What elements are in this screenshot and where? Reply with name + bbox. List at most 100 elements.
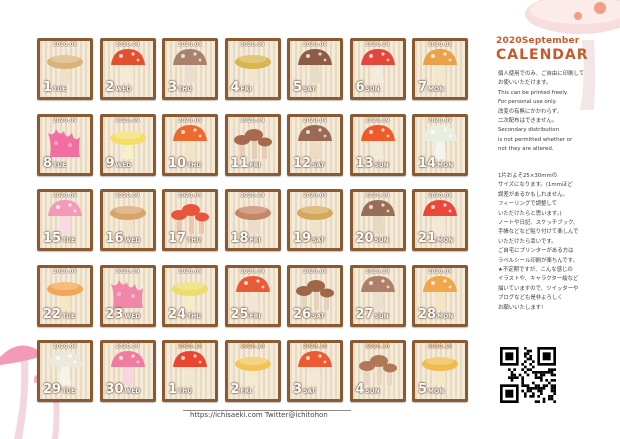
calendar-card: 2020.09 11FRI xyxy=(224,113,281,176)
card-day: 29TUE xyxy=(43,383,75,398)
card-day-number: 25 xyxy=(230,306,249,322)
card-day-number: 2 xyxy=(105,80,115,95)
card-day: 15TUE xyxy=(43,232,75,247)
card-day-number: 23 xyxy=(105,306,124,322)
card-weekday: TUE xyxy=(62,388,76,395)
card-day-number: 1 xyxy=(168,382,178,397)
card-weekday: TUE xyxy=(62,312,76,320)
calendar-card: 2020.09 18FRI xyxy=(224,189,281,251)
card-weekday: WED xyxy=(124,312,141,320)
card-day-number: 18 xyxy=(230,231,249,246)
card-day: 5SAT xyxy=(293,81,316,96)
card-day: 1TUE xyxy=(43,81,66,96)
card-weekday: WED xyxy=(124,388,141,395)
card-face: 2020.09 11FRI xyxy=(227,116,278,173)
card-face: 2020.09 30WED xyxy=(102,343,153,399)
card-day-number: 3 xyxy=(293,382,303,397)
card-day: 16WED xyxy=(106,232,141,247)
card-weekday: SAT xyxy=(303,388,316,395)
card-weekday: SAT xyxy=(303,86,316,93)
card-weekday: SAT xyxy=(312,161,325,169)
calendar-card: 2020.09 19SAT xyxy=(287,189,343,251)
calendar-card: 2020.09 30WED xyxy=(99,340,156,402)
card-weekday: WED xyxy=(115,86,132,93)
card-day: 22TUE xyxy=(43,308,75,323)
card-day: 30WED xyxy=(106,383,141,398)
card-day: 13SUN xyxy=(356,157,389,172)
card-day-number: 19 xyxy=(293,231,312,246)
calendar-card: 2020.09 29TUE xyxy=(37,340,93,402)
card-day: 18FRI xyxy=(231,232,261,247)
card-weekday: THU xyxy=(178,388,193,395)
card-face: 2020.09 29TUE xyxy=(40,343,90,399)
card-day-number: 10 xyxy=(168,155,187,171)
calendar-card: 2020.09 16WED xyxy=(99,189,156,251)
card-weekday: WED xyxy=(115,161,132,169)
card-face: 2020.10 5MON xyxy=(415,343,465,399)
card-face: 2020.10 1THU xyxy=(165,343,215,399)
card-day: 4FRI xyxy=(231,81,252,96)
calendar-card: 2020.10 3SAT xyxy=(287,340,343,402)
card-day: 26SAT xyxy=(293,308,325,323)
card-day-number: 17 xyxy=(168,231,187,246)
usage-note: 個人使用でのみ、ご自由に印刷して お使いいただけます。 This can be … xyxy=(498,71,585,153)
card-weekday: TUE xyxy=(53,86,67,93)
card-day-number: 11 xyxy=(230,155,249,171)
card-day: 4SUN xyxy=(356,383,380,398)
card-day: 28MON xyxy=(418,308,453,323)
calendar-title: 2020September CALENDAR xyxy=(496,36,606,63)
card-day-number: 22 xyxy=(43,306,62,322)
card-day: 9WED xyxy=(106,157,132,172)
calendar-card: 2020.09 26SAT xyxy=(287,264,343,327)
card-day-number: 16 xyxy=(105,231,124,246)
card-day-number: 4 xyxy=(230,80,240,95)
card-face: 2020.09 12SAT xyxy=(290,116,340,173)
calendar-card: 2020.09 5SAT xyxy=(287,38,343,100)
calendar-card: 2020.09 21MON xyxy=(412,189,468,251)
card-day-number: 9 xyxy=(105,155,115,171)
card-weekday: WED xyxy=(124,237,141,244)
card-day: 17THU xyxy=(168,232,201,247)
card-face: 2020.09 19SAT xyxy=(290,192,340,248)
calendar-grid: 2020.09 1TUE 2020.09 2WED 2020.09 3THU 2020.09… xyxy=(37,38,473,413)
card-weekday: MON xyxy=(437,312,454,320)
card-face: 2020.09 5SAT xyxy=(290,41,340,97)
calendar-card: 2020.09 24THU xyxy=(162,264,218,327)
card-day-number: 4 xyxy=(355,382,365,397)
card-weekday: SAT xyxy=(312,312,325,320)
calendar-card: 2020.09 8TUE xyxy=(37,113,93,176)
card-face: 2020.10 4SUN xyxy=(352,343,403,399)
card-day: 14MON xyxy=(418,157,453,172)
card-face: 2020.09 6SUN xyxy=(352,41,403,97)
card-day-number: 5 xyxy=(293,80,303,95)
size-note: 1片およそ25×30mmの サイズになります。(1mmほど 誤差があるかもしれま… xyxy=(498,173,579,311)
calendar-card: 2020.10 4SUN xyxy=(349,340,406,402)
calendar-card: 2020.10 2FRI xyxy=(224,340,281,402)
card-weekday: SUN xyxy=(374,312,389,320)
card-day: 24THU xyxy=(168,308,201,323)
card-day: 2WED xyxy=(106,81,132,96)
footer-links[interactable]: https://ichisaeki.com Twitter@ichitohon xyxy=(190,411,328,419)
qr-code-icon[interactable] xyxy=(500,347,556,403)
card-face: 2020.09 17THU xyxy=(165,192,215,248)
card-weekday: SUN xyxy=(365,388,380,395)
card-weekday: MON xyxy=(437,161,454,169)
card-weekday: TUE xyxy=(62,237,76,244)
card-day-number: 27 xyxy=(355,306,374,322)
calendar-card: 2020.09 10THU xyxy=(162,113,218,176)
card-weekday: FRI xyxy=(249,312,261,320)
calendar-card: 2020.09 23WED xyxy=(99,264,156,327)
calendar-card: 2020.09 17THU xyxy=(162,189,218,251)
card-day-number: 30 xyxy=(105,382,124,397)
card-face: 2020.09 24THU xyxy=(165,267,215,324)
card-day: 3SAT xyxy=(293,383,316,398)
card-day-number: 15 xyxy=(43,231,62,246)
card-day-number: 14 xyxy=(418,155,437,171)
card-weekday: THU xyxy=(178,86,193,93)
calendar-card: 2020.09 22TUE xyxy=(37,264,93,327)
calendar-card: 2020.10 5MON xyxy=(412,340,468,402)
card-face: 2020.09 15TUE xyxy=(40,192,90,248)
card-day-number: 5 xyxy=(418,382,428,397)
card-day: 11FRI xyxy=(231,157,261,172)
card-day-number: 21 xyxy=(418,231,437,246)
